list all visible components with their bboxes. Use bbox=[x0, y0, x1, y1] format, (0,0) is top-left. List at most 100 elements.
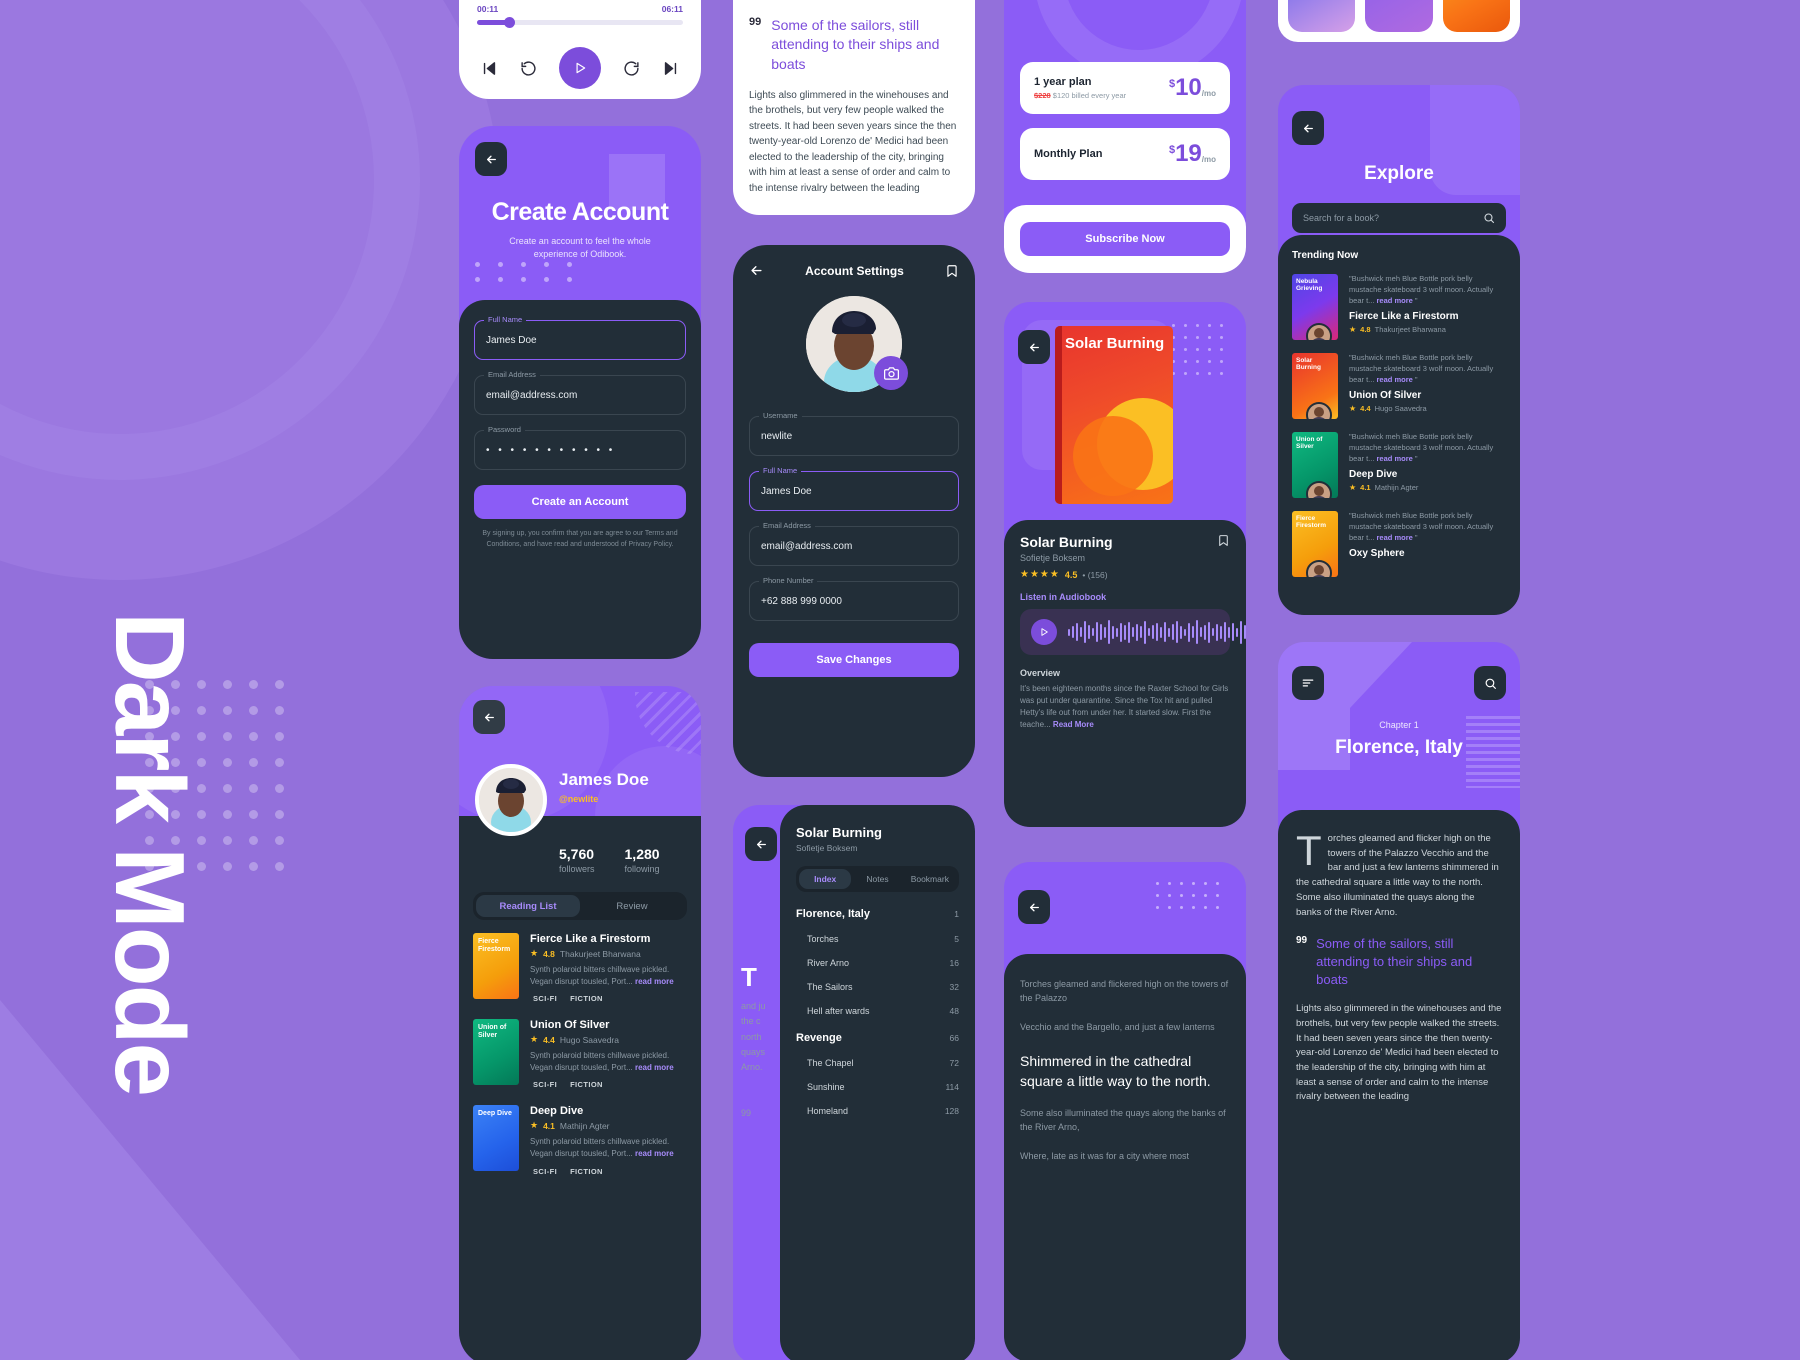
menu-button[interactable] bbox=[1292, 666, 1324, 700]
tab-index[interactable]: Index bbox=[799, 869, 852, 889]
back-button[interactable] bbox=[1018, 330, 1050, 364]
dot bbox=[1168, 882, 1171, 885]
form-field[interactable]: Username newlite bbox=[749, 411, 959, 456]
list-item[interactable]: Union of Silver "Bushwick meh Blue Bottle… bbox=[1292, 432, 1506, 498]
book-description: Synth polaroid bitters chillwave pickled… bbox=[530, 1051, 674, 1072]
dot bbox=[567, 277, 572, 282]
form-field[interactable]: Phone Number +62 888 999 0000 bbox=[749, 576, 959, 621]
list-item[interactable]: Fierce Firestorm "Bushwick meh Blue Bottl… bbox=[1292, 511, 1506, 577]
read-more-link[interactable]: read more bbox=[635, 1149, 674, 1158]
list-item[interactable]: Deep Dive Deep Dive ★ 4.1 Mathijn Agter Synth… bbox=[473, 1105, 687, 1176]
field-label: Username bbox=[759, 411, 802, 420]
chapter-item[interactable]: Torches 5 bbox=[796, 934, 959, 944]
form-field[interactable]: Email Address email@address.com bbox=[474, 370, 686, 415]
read-more-link[interactable]: read more bbox=[1377, 296, 1413, 305]
avatar[interactable] bbox=[475, 764, 547, 836]
back-button[interactable] bbox=[749, 263, 764, 278]
chapter-item[interactable]: Hell after wards 48 bbox=[796, 1006, 959, 1016]
chapter-item[interactable]: Sunshine 114 bbox=[796, 1082, 959, 1092]
dot bbox=[275, 706, 284, 715]
wave-bar bbox=[1200, 627, 1202, 637]
list-item[interactable]: Union of Silver Union Of Silver ★ 4.4 Hugo S… bbox=[473, 1019, 687, 1089]
wave-bar bbox=[1184, 628, 1186, 636]
skip-back-icon[interactable] bbox=[481, 60, 498, 77]
field-label: Full Name bbox=[484, 315, 527, 324]
chapter-heading[interactable]: Florence, Italy 1 bbox=[796, 908, 959, 920]
back-button[interactable] bbox=[745, 827, 777, 861]
plan-name: Monthly Plan bbox=[1034, 148, 1103, 160]
tab-notes[interactable]: Notes bbox=[851, 869, 903, 889]
plan-card[interactable]: 1 year plan $228 $120 billed every year $1… bbox=[1020, 62, 1230, 114]
form-field[interactable]: Email Address email@address.com bbox=[749, 521, 959, 566]
list-item[interactable]: Nebula Grieving "Bushwick meh Blue Bottle… bbox=[1292, 274, 1506, 340]
chapter-item-page: 114 bbox=[945, 1082, 959, 1092]
wave-bar bbox=[1068, 628, 1070, 636]
read-more-link[interactable]: read more bbox=[635, 1063, 674, 1072]
book-title: Union Of Silver bbox=[1349, 389, 1422, 401]
audiobook-player[interactable] bbox=[1020, 609, 1246, 655]
dot bbox=[223, 758, 232, 767]
bookmark-icon[interactable] bbox=[1217, 534, 1230, 547]
read-more-link[interactable]: read more bbox=[1377, 375, 1413, 384]
form-field[interactable]: Full Name James Doe bbox=[749, 466, 959, 511]
search-button[interactable] bbox=[1474, 666, 1506, 700]
chapter-heading[interactable]: Revenge 66 bbox=[796, 1032, 959, 1044]
back-button[interactable] bbox=[1292, 111, 1324, 145]
form-field[interactable]: Full Name James Doe bbox=[474, 315, 686, 360]
read-more-link[interactable]: Read More bbox=[1053, 720, 1094, 729]
chapter-item[interactable]: Homeland 128 bbox=[796, 1106, 959, 1116]
read-more-link[interactable]: read more bbox=[635, 977, 674, 986]
wave-bar bbox=[1084, 621, 1086, 643]
save-changes-button[interactable]: Save Changes bbox=[749, 643, 959, 677]
skip-forward-icon[interactable] bbox=[662, 60, 679, 77]
create-account-button[interactable]: Create an Account bbox=[474, 485, 686, 519]
list-item[interactable]: Fierce Firestorm Fierce Like a Firestorm ★… bbox=[473, 933, 687, 1003]
player-progress-knob[interactable] bbox=[503, 17, 515, 28]
back-button[interactable] bbox=[1018, 890, 1050, 924]
search-icon[interactable] bbox=[1483, 212, 1495, 224]
bookmark-icon[interactable] bbox=[945, 264, 959, 278]
list-item[interactable]: Solar Burning "Bushwick meh Blue Bottle p… bbox=[1292, 353, 1506, 419]
search-input[interactable]: Search for a book? bbox=[1292, 203, 1506, 233]
dot bbox=[1204, 906, 1207, 909]
plan-card[interactable]: Monthly Plan $19/mo bbox=[1020, 128, 1230, 180]
trending-list: Nebula Grieving "Bushwick meh Blue Bottle… bbox=[1292, 274, 1506, 577]
quote-card: 99 Some of the sailors, still attending … bbox=[733, 0, 975, 215]
dot bbox=[1196, 372, 1199, 375]
read-more-link[interactable]: read more bbox=[1377, 533, 1413, 542]
wave-bar bbox=[1088, 625, 1090, 639]
forward-10-icon[interactable] bbox=[623, 60, 640, 77]
tab-reading-list[interactable]: Reading List bbox=[476, 895, 580, 917]
book-cover-title: Fierce Firestorm bbox=[1296, 515, 1326, 530]
wave-bar bbox=[1196, 620, 1198, 644]
player-progress-slider[interactable] bbox=[477, 17, 683, 28]
camera-button[interactable] bbox=[874, 356, 908, 390]
dot bbox=[1196, 336, 1199, 339]
subscribe-button[interactable]: Subscribe Now bbox=[1020, 222, 1230, 256]
play-icon[interactable] bbox=[1031, 619, 1057, 645]
listen-audiobook-link[interactable]: Listen in Audiobook bbox=[1020, 592, 1230, 602]
player-current-time: 00:11 bbox=[477, 4, 499, 14]
dot bbox=[475, 277, 480, 282]
tab-bookmark[interactable]: Bookmark bbox=[904, 869, 956, 889]
book-cover-title: Fierce Firestorm bbox=[478, 938, 511, 954]
dot bbox=[249, 758, 258, 767]
tag: SCI-FI bbox=[533, 994, 558, 1004]
dot bbox=[223, 862, 232, 871]
decorative-dots bbox=[475, 262, 590, 292]
play-button[interactable] bbox=[559, 47, 601, 89]
wave-bar bbox=[1156, 623, 1158, 641]
form-field[interactable]: Password • • • • • • • • • • • bbox=[474, 425, 686, 470]
rewind-10-icon[interactable] bbox=[520, 60, 537, 77]
chapter-item[interactable]: The Chapel 72 bbox=[796, 1058, 959, 1068]
tab-review[interactable]: Review bbox=[580, 895, 684, 917]
back-button[interactable] bbox=[475, 142, 507, 176]
dot bbox=[1168, 906, 1171, 909]
chapter-item[interactable]: River Arno 16 bbox=[796, 958, 959, 968]
chapter-item-page: 48 bbox=[949, 1006, 959, 1016]
wave-bar bbox=[1092, 628, 1094, 636]
read-more-link[interactable]: read more bbox=[1377, 454, 1413, 463]
book-author: Hugo Saavedra bbox=[559, 1034, 619, 1045]
book-cover: Union of Silver bbox=[1292, 432, 1338, 498]
chapter-item[interactable]: The Sailors 32 bbox=[796, 982, 959, 992]
